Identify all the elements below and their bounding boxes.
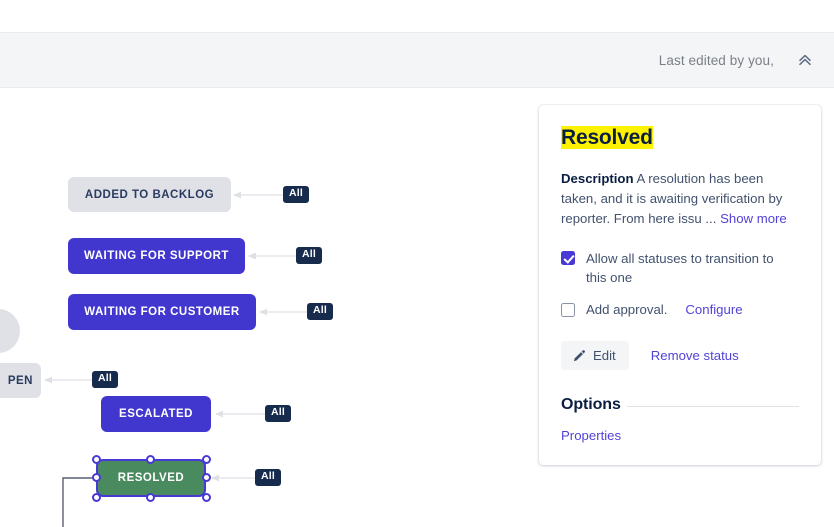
app-root: Last edited by you, ADDED TO BACKLOG WAI…: [0, 0, 834, 527]
add-approval-label: Add approval.: [586, 302, 668, 318]
transition-badge-resolved[interactable]: All: [255, 469, 282, 486]
transition-badge-waiting-for-customer[interactable]: All: [307, 303, 334, 320]
page-title: Resolved: [561, 126, 653, 149]
configure-link[interactable]: Configure: [685, 300, 742, 319]
allow-all-statuses-row[interactable]: Allow all statuses to transition to this…: [561, 249, 799, 287]
resize-handle-top-center[interactable]: [146, 454, 155, 464]
resize-handle-middle-left[interactable]: [91, 473, 101, 482]
options-divider: [626, 406, 799, 408]
description-label: Description: [561, 171, 634, 187]
transition-badge-label: All: [261, 470, 276, 482]
workflow-header-bar: Last edited by you,: [0, 32, 834, 88]
pencil-icon: [572, 349, 586, 363]
add-approval-checkbox[interactable]: [561, 302, 575, 317]
transition-badge-label: All: [313, 304, 328, 316]
transition-badge-open[interactable]: All: [92, 371, 119, 388]
status-node-open[interactable]: PEN: [0, 363, 41, 398]
resize-handle-middle-right[interactable]: [201, 473, 211, 482]
status-node-waiting-for-support[interactable]: WAITING FOR SUPPORT: [68, 238, 245, 274]
resize-handle-bottom-left[interactable]: [91, 492, 101, 502]
transition-badge-waiting-for-support[interactable]: All: [296, 247, 323, 264]
status-node-label: ESCALATED: [119, 408, 193, 420]
allow-all-statuses-checkbox[interactable]: [561, 251, 575, 266]
transition-badge-label: All: [98, 372, 113, 384]
resize-handle-bottom-right[interactable]: [201, 492, 211, 502]
status-description: Description A resolution has been taken,…: [561, 169, 799, 229]
status-node-resolved[interactable]: RESOLVED: [91, 454, 211, 502]
transition-badge-label: All: [289, 187, 304, 199]
add-approval-row[interactable]: Add approval. Configure: [561, 300, 799, 319]
resize-handle-top-right[interactable]: [201, 454, 211, 464]
status-node-label: RESOLVED: [117, 472, 185, 484]
remove-status-link[interactable]: Remove status: [651, 348, 739, 363]
transition-badge-label: All: [271, 406, 286, 418]
status-node-label: WAITING FOR CUSTOMER: [84, 306, 240, 318]
resize-handle-bottom-center[interactable]: [146, 492, 155, 502]
chevron-double-up-icon[interactable]: [792, 47, 818, 73]
panel-action-row: Edit Remove status: [561, 341, 799, 371]
edit-button-label: Edit: [593, 348, 616, 364]
top-white-strip: [0, 0, 834, 32]
options-heading: Options: [561, 396, 621, 414]
transition-badge-added-to-backlog[interactable]: All: [283, 186, 310, 203]
panel-title-row: Resolved: [561, 125, 799, 151]
status-node-label: ADDED TO BACKLOG: [84, 188, 215, 201]
status-node-escalated[interactable]: ESCALATED: [101, 396, 211, 432]
last-edited-label: Last edited by you,: [658, 52, 774, 68]
transition-badge-escalated[interactable]: All: [265, 405, 292, 422]
resize-handle-top-left[interactable]: [91, 454, 101, 464]
description-ellipsis: ...: [705, 211, 717, 227]
status-node-added-to-backlog[interactable]: ADDED TO BACKLOG: [68, 177, 231, 212]
transition-badge-label: All: [302, 248, 317, 260]
status-node-label: WAITING FOR SUPPORT: [84, 250, 229, 262]
status-node-waiting-for-customer[interactable]: WAITING FOR CUSTOMER: [68, 294, 256, 330]
properties-link[interactable]: Properties: [561, 428, 799, 443]
options-section-header: Options: [561, 396, 799, 414]
show-more-link[interactable]: Show more: [720, 211, 787, 226]
allow-all-statuses-label: Allow all statuses to transition to this…: [586, 251, 774, 286]
edit-button[interactable]: Edit: [561, 341, 629, 371]
status-details-panel: Resolved Description A resolution has be…: [539, 105, 821, 466]
status-node-label: PEN: [7, 374, 33, 387]
